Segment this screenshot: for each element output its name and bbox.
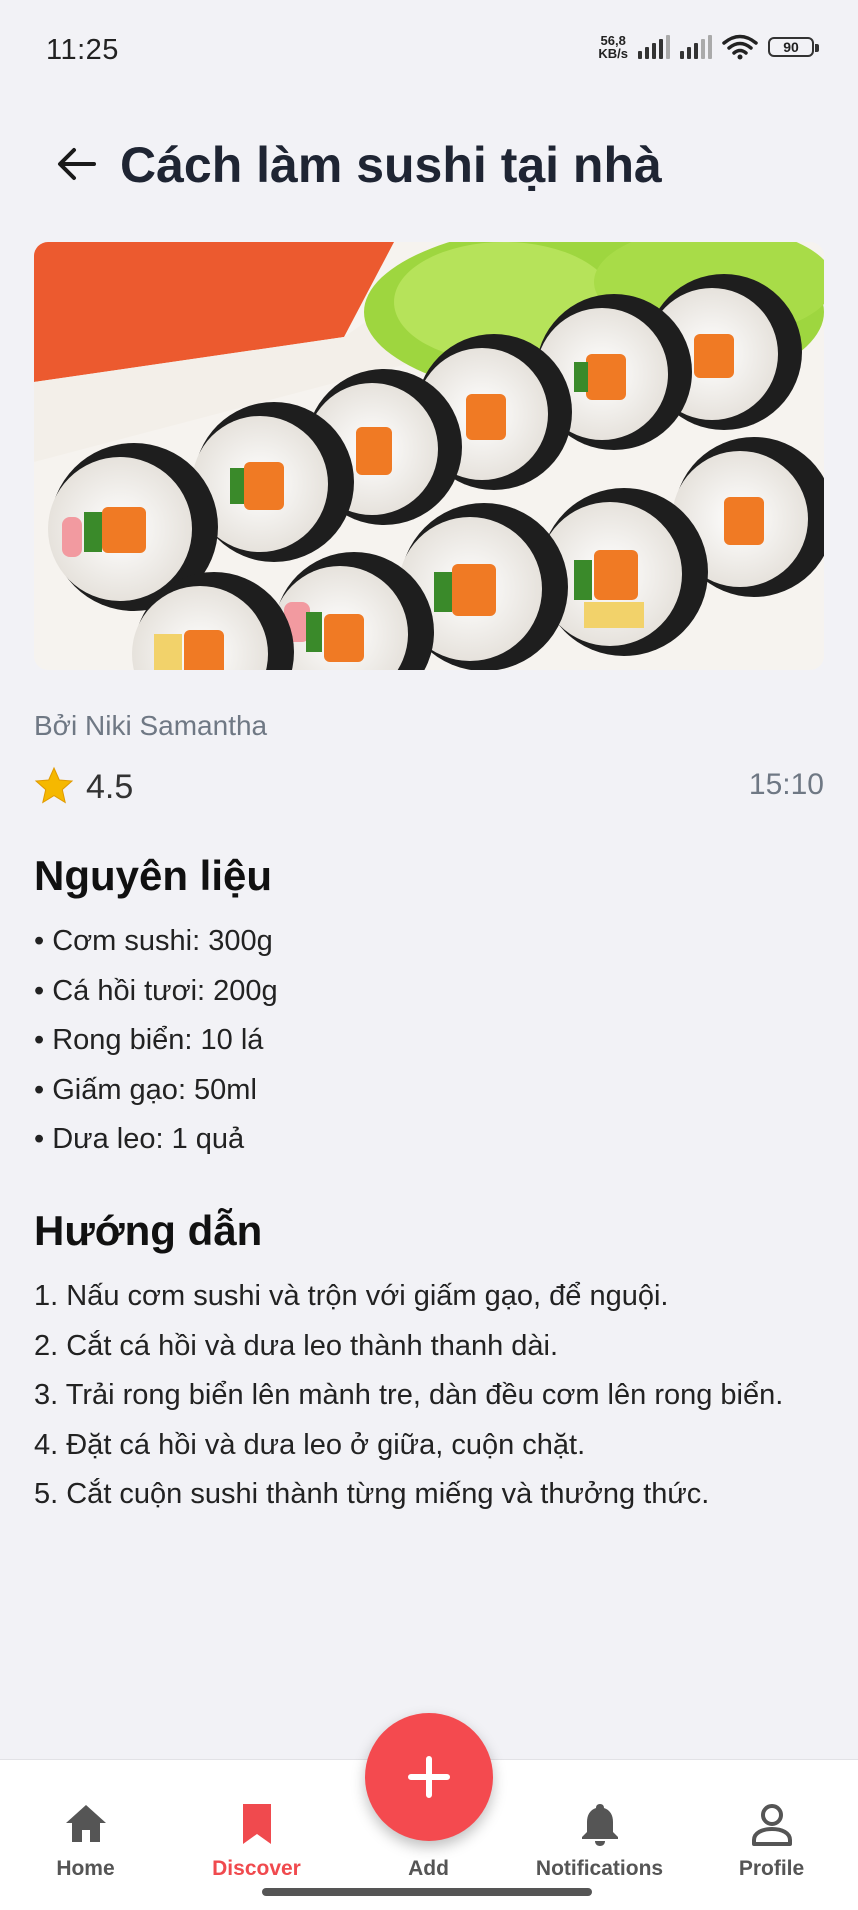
home-icon (65, 1805, 106, 1842)
instruction-step: 3. Trải rong biển lên mành tre, dàn đều … (34, 1379, 784, 1411)
nav-home[interactable]: Home (0, 1760, 171, 1910)
rating-value: 4.5 (86, 768, 134, 806)
ingredient-item: • Cơm sushi: 300g (34, 925, 273, 957)
nav-label: Notifications (535, 1857, 664, 1880)
instruction-step: 1. Nấu cơm sushi và trộn với giấm gạo, đ… (34, 1280, 669, 1312)
nav-label: Add (408, 1857, 449, 1880)
ingredient-item: • Cá hồi tươi: 200g (34, 974, 278, 1007)
ingredients-list: • Cơm sushi: 300g • Cá hồi tươi: 200g • … (34, 917, 834, 1165)
star-icon (34, 766, 74, 804)
instructions-list: 1. Nấu cơm sushi và trộn với giấm gạo, đ… (34, 1272, 834, 1520)
status-time: 11:25 (46, 34, 119, 66)
instruction-step: 5. Cắt cuộn sushi thành từng miếng và th… (34, 1478, 710, 1510)
recipe-time: 15:10 (748, 768, 824, 801)
signal-icon-2 (680, 35, 712, 59)
add-button[interactable] (365, 1713, 493, 1841)
bell-icon (581, 1804, 618, 1846)
header: Cách làm sushi tại nhà (0, 120, 858, 210)
ingredient-item: • Giấm gạo: 50ml (34, 1073, 257, 1106)
person-icon (751, 1804, 792, 1846)
ingredient-item: • Rong biển: 10 lá (34, 1024, 264, 1056)
recipe-author: Bởi Niki Samantha (34, 710, 268, 741)
wifi-icon (722, 34, 758, 60)
instruction-step: 2. Cắt cá hồi và dưa leo thành thanh dài… (34, 1329, 559, 1362)
nav-profile[interactable]: Profile (686, 1760, 857, 1910)
bookmark-icon (242, 1804, 271, 1844)
status-bar: 11:25 56,8 KB/s 90 (0, 0, 858, 100)
page-title: Cách làm sushi tại nhà (120, 137, 662, 193)
instructions-title: Hướng dẫn (34, 1207, 263, 1254)
network-speed: 56,8 KB/s (598, 33, 628, 61)
plus-icon (408, 1756, 450, 1798)
battery-icon: 90 (768, 37, 819, 57)
rating-row: 4.5 15:10 (34, 762, 824, 812)
status-icons: 56,8 KB/s 90 (598, 33, 819, 61)
nav-label: Home (56, 1857, 115, 1880)
home-indicator[interactable] (262, 1888, 592, 1896)
signal-icon (638, 35, 670, 59)
ingredients-title: Nguyên liệu (34, 852, 273, 899)
recipe-image (34, 242, 824, 670)
nav-label: Discover (212, 1857, 301, 1880)
arrow-left-icon (58, 148, 96, 180)
ingredient-item: • Dưa leo: 1 quả (34, 1123, 245, 1155)
back-button[interactable] (48, 140, 104, 188)
instruction-step: 4. Đặt cá hồi và dưa leo ở giữa, cuộn ch… (34, 1428, 586, 1461)
nav-label: Profile (738, 1857, 805, 1880)
